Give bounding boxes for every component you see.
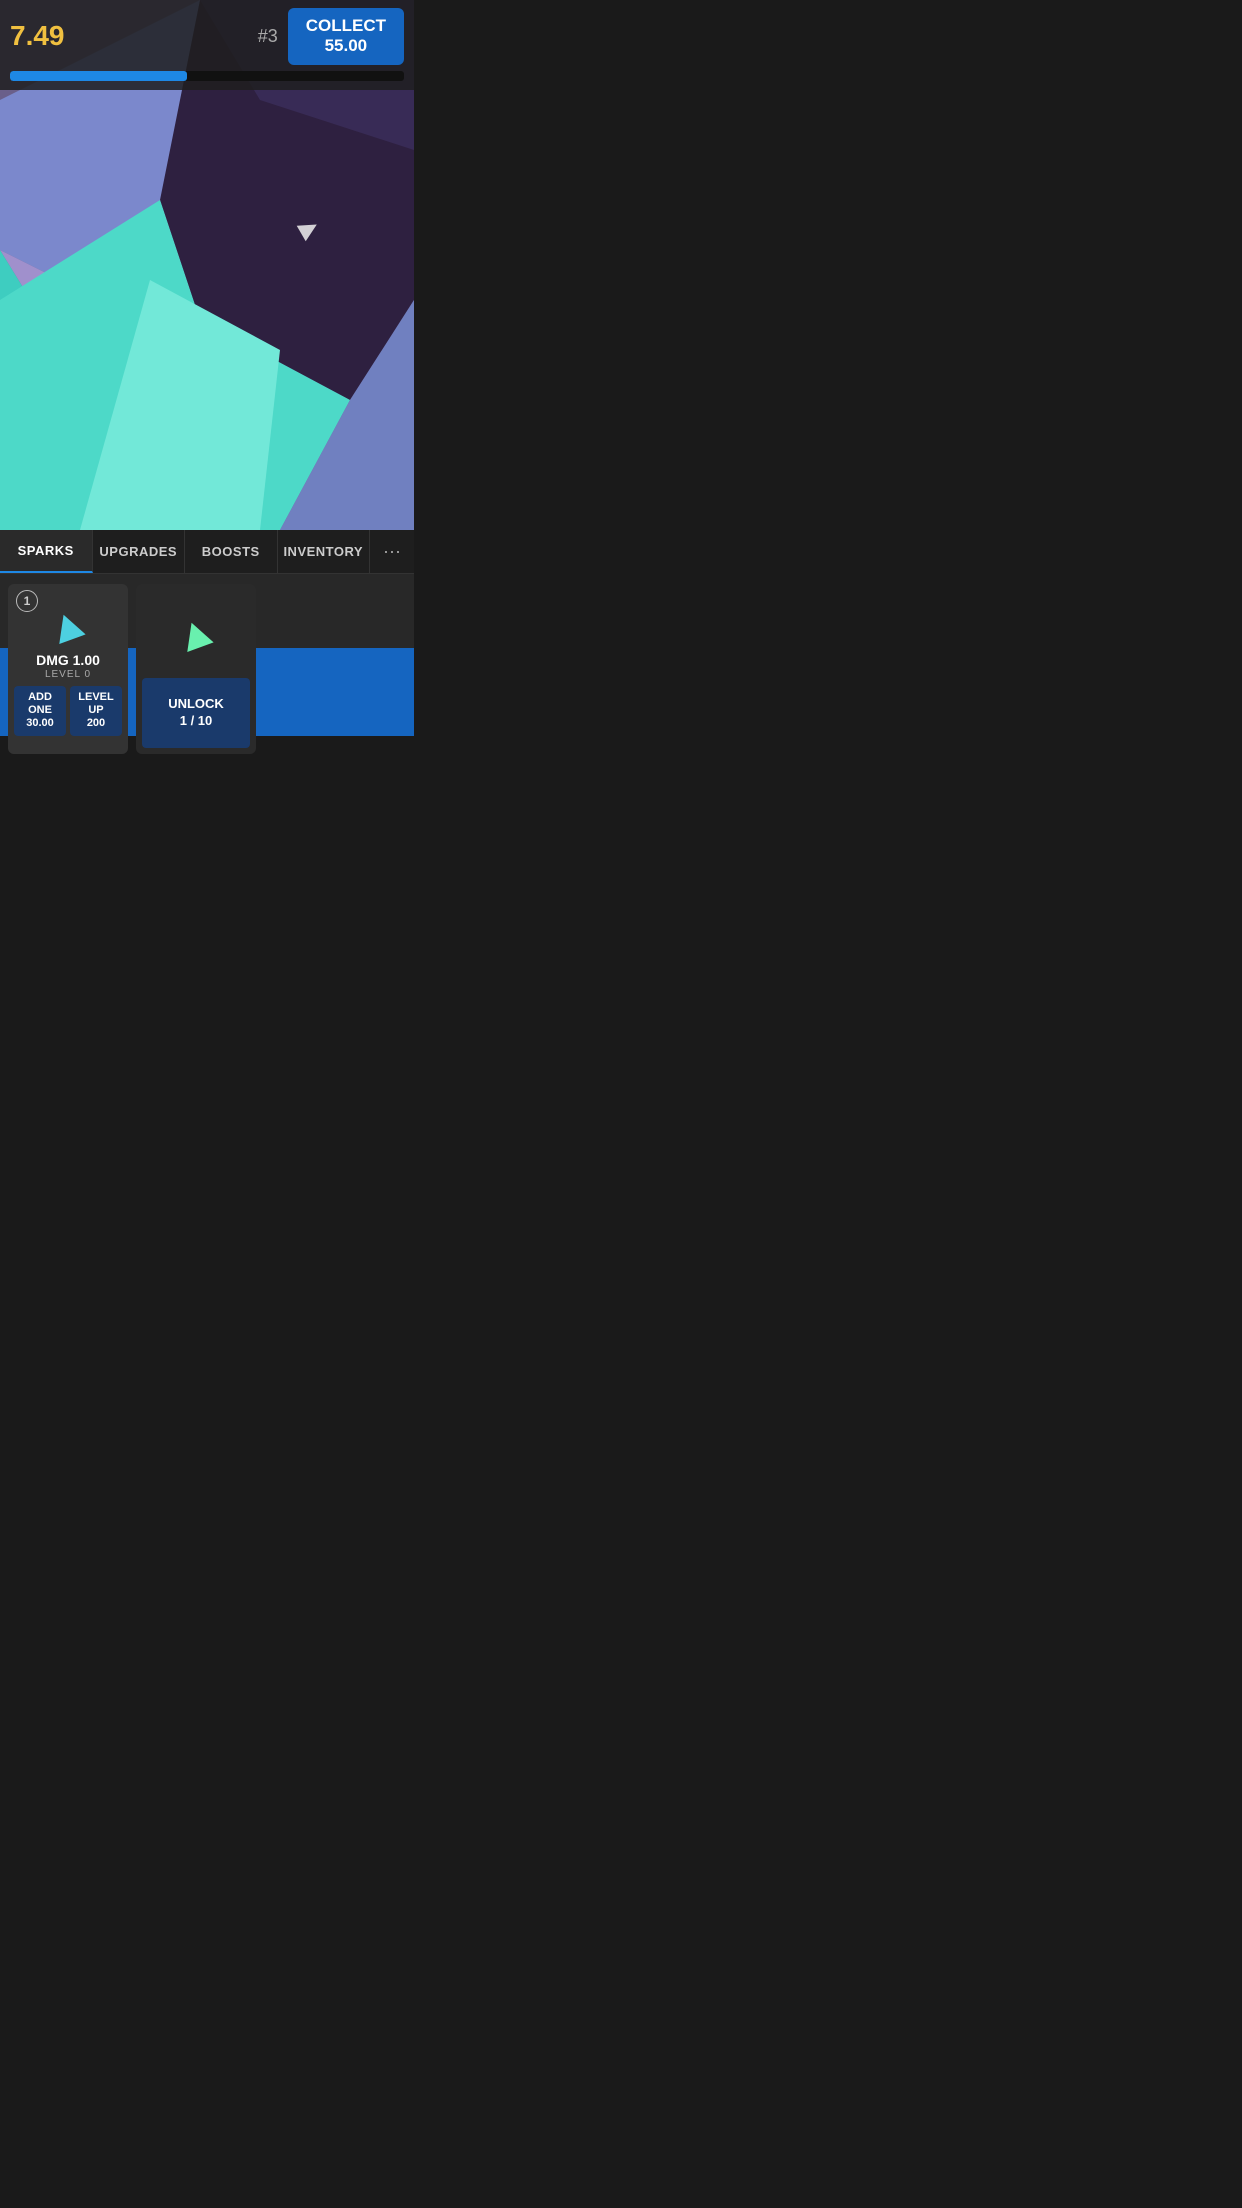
spark-level-1: LEVEL 0 bbox=[45, 669, 91, 680]
tab-sparks[interactable]: SPARKS bbox=[0, 530, 93, 573]
tab-upgrades[interactable]: UPGRADES bbox=[93, 530, 186, 573]
spark-dmg-1: DMG 1.00 bbox=[36, 652, 100, 668]
spark-card-1: 1 DMG 1.00 LEVEL 0 ADD ONE 30.00 LEVEL U… bbox=[8, 584, 128, 754]
tab-boosts[interactable]: BOOSTS bbox=[185, 530, 278, 573]
hud-rank-collect: #3 COLLECT 55.00 bbox=[258, 8, 404, 65]
spark-number-1: 1 bbox=[16, 590, 38, 612]
more-button[interactable]: ··· bbox=[370, 530, 414, 573]
level-up-button[interactable]: LEVEL UP 200 bbox=[70, 686, 122, 736]
bottom-panel: SPARKS UPGRADES BOOSTS INVENTORY ··· 1 D… bbox=[0, 530, 414, 648]
tab-inventory[interactable]: INVENTORY bbox=[278, 530, 371, 573]
collect-button[interactable]: COLLECT 55.00 bbox=[288, 8, 404, 65]
score-display: 7.49 bbox=[10, 20, 65, 52]
spark-arrow-cyan-icon bbox=[50, 610, 85, 644]
spark-card-2: UNLOCK 1 / 10 bbox=[136, 584, 256, 754]
progress-bar bbox=[10, 71, 404, 81]
add-one-button[interactable]: ADD ONE 30.00 bbox=[14, 686, 66, 736]
rank-display: #3 bbox=[258, 26, 278, 47]
tabs: SPARKS UPGRADES BOOSTS INVENTORY ··· bbox=[0, 530, 414, 574]
unlock-button[interactable]: UNLOCK 1 / 10 bbox=[142, 678, 250, 748]
spark-buttons-1: ADD ONE 30.00 LEVEL UP 200 bbox=[14, 686, 122, 736]
progress-bar-fill bbox=[10, 71, 187, 81]
hud: 7.49 #3 COLLECT 55.00 bbox=[0, 0, 414, 90]
spark-arrow-green-icon bbox=[178, 618, 213, 652]
sparks-content: 1 DMG 1.00 LEVEL 0 ADD ONE 30.00 LEVEL U… bbox=[0, 574, 414, 764]
